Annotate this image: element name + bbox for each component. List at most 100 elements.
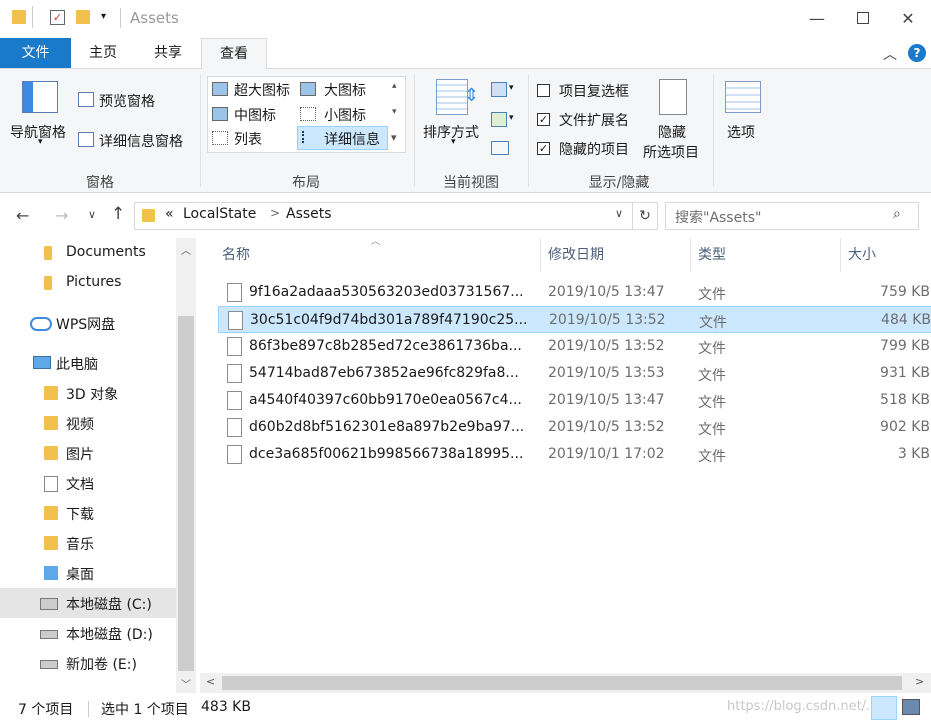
- chevron-down-icon[interactable]: ▾: [509, 83, 514, 93]
- options-button[interactable]: 选项: [727, 122, 755, 142]
- nav-item-pictures[interactable]: Pictures: [0, 268, 176, 298]
- help-icon[interactable]: ?: [908, 44, 926, 62]
- group-label-pane: 窗格: [86, 175, 114, 191]
- chevron-down-icon[interactable]: ▾: [38, 137, 43, 147]
- preview-pane-button[interactable]: 预览窗格: [99, 91, 155, 111]
- nav-item-documents-cn[interactable]: 文档: [0, 468, 176, 498]
- drive-icon: [40, 598, 58, 610]
- tab-share[interactable]: 共享: [143, 38, 193, 68]
- divider[interactable]: [540, 238, 541, 272]
- divider[interactable]: [690, 238, 691, 272]
- nav-item-label: 图片: [66, 447, 94, 463]
- minimize-button[interactable]: —: [794, 0, 840, 38]
- nav-item-wps-cloud[interactable]: WPS网盘: [0, 308, 176, 338]
- up-icon[interactable]: ↑: [111, 204, 125, 224]
- hide-selected-label-1[interactable]: 隐藏: [658, 122, 686, 142]
- column-size[interactable]: 大小: [848, 244, 876, 264]
- add-columns-icon[interactable]: [491, 112, 507, 127]
- nav-item-3d-objects[interactable]: 3D 对象: [0, 378, 176, 408]
- file-size: 484 KB: [881, 312, 931, 328]
- nav-item-label: Documents: [66, 244, 146, 260]
- search-input[interactable]: 搜索"Assets": [675, 207, 761, 227]
- recent-locations-icon[interactable]: ∨: [88, 208, 96, 221]
- file-extensions-checkbox[interactable]: ✓: [537, 113, 550, 126]
- search-icon[interactable]: ⌕: [893, 206, 901, 222]
- properties-icon[interactable]: ✓: [50, 10, 65, 25]
- divider[interactable]: [840, 238, 841, 272]
- refresh-icon[interactable]: ↻: [633, 202, 658, 230]
- gallery-up-icon[interactable]: ▴: [392, 81, 397, 91]
- file-icon: [227, 445, 242, 464]
- forward-icon[interactable]: →: [55, 206, 68, 225]
- file-modified: 2019/10/5 13:52: [549, 312, 666, 328]
- group-by-icon[interactable]: [491, 82, 507, 97]
- file-icon: [227, 283, 242, 302]
- large-icons-toggle-icon[interactable]: [902, 699, 920, 715]
- gallery-down-icon[interactable]: ▾: [392, 107, 397, 117]
- nav-scrollbar[interactable]: ︿ ﹀: [176, 238, 196, 693]
- breadcrumb-assets[interactable]: Assets: [286, 206, 332, 222]
- scroll-thumb[interactable]: [178, 316, 194, 671]
- table-row[interactable]: a4540f40397c60bb9170e0ea0567c4... 2019/1…: [218, 387, 930, 414]
- nav-item-this-pc[interactable]: 此电脑: [0, 348, 176, 378]
- address-overflow[interactable]: «: [165, 206, 174, 222]
- search-box[interactable]: 搜索"Assets" ⌕: [665, 202, 919, 230]
- close-button[interactable]: ✕: [885, 0, 931, 38]
- tab-file[interactable]: 文件: [0, 38, 71, 68]
- file-icon: [227, 418, 242, 437]
- item-checkboxes-checkbox[interactable]: [537, 84, 550, 97]
- hidden-items-checkbox[interactable]: ✓: [537, 142, 550, 155]
- nav-item-documents[interactable]: Documents: [0, 238, 176, 268]
- nav-item-label: 本地磁盘 (C:): [66, 597, 152, 613]
- new-folder-icon[interactable]: [76, 10, 90, 24]
- table-row[interactable]: 54714bad87eb673852ae96fc829fa8... 2019/1…: [218, 360, 930, 387]
- column-type[interactable]: 类型: [698, 244, 726, 264]
- nav-item-label: 下载: [66, 507, 94, 523]
- chevron-down-icon[interactable]: ▾: [509, 113, 514, 123]
- scroll-right-icon[interactable]: >: [915, 675, 924, 688]
- nav-item-music[interactable]: 音乐: [0, 528, 176, 558]
- view-list[interactable]: 列表: [234, 129, 262, 149]
- view-details[interactable]: 详细信息: [324, 129, 380, 149]
- view-medium-icons[interactable]: 中图标: [234, 105, 276, 125]
- nav-item-desktop[interactable]: 桌面: [0, 558, 176, 588]
- nav-item-images[interactable]: 图片: [0, 438, 176, 468]
- chevron-down-icon[interactable]: ▾: [451, 137, 456, 147]
- file-list-scrollbar[interactable]: < >: [200, 673, 931, 693]
- address-bar[interactable]: « LocalState > Assets ∨: [134, 202, 633, 230]
- hide-selected-label-2[interactable]: 所选项目: [643, 142, 699, 162]
- nav-item-downloads[interactable]: 下载: [0, 498, 176, 528]
- column-modified[interactable]: 修改日期: [548, 244, 604, 264]
- customize-qat-icon[interactable]: ▾: [101, 11, 106, 22]
- breadcrumb-localstate[interactable]: LocalState: [183, 206, 256, 222]
- scroll-up-icon[interactable]: ︿: [181, 242, 191, 257]
- back-icon[interactable]: ←: [16, 206, 29, 225]
- view-large-icons[interactable]: 大图标: [324, 80, 366, 100]
- details-view-toggle-icon[interactable]: [871, 696, 897, 720]
- view-small-icons[interactable]: 小图标: [324, 105, 366, 125]
- nav-item-videos[interactable]: 视频: [0, 408, 176, 438]
- tab-view[interactable]: 查看: [201, 38, 267, 70]
- nav-item-drive-c[interactable]: 本地磁盘 (C:): [0, 588, 176, 618]
- column-name[interactable]: 名称: [222, 244, 250, 264]
- table-row[interactable]: 9f16a2adaaa530563203ed03731567... 2019/1…: [218, 279, 930, 306]
- view-xl-icons[interactable]: 超大图标: [234, 80, 290, 100]
- folder-icon: [12, 10, 26, 24]
- nav-item-drive-e[interactable]: 新加卷 (E:): [0, 648, 176, 678]
- scroll-thumb[interactable]: [222, 676, 902, 690]
- nav-item-drive-d[interactable]: 本地磁盘 (D:): [0, 618, 176, 648]
- collapse-ribbon-icon[interactable]: ︿: [883, 44, 897, 64]
- table-row[interactable]: 86f3be897c8b285ed72ce3861736ba... 2019/1…: [218, 333, 930, 360]
- scroll-left-icon[interactable]: <: [206, 675, 215, 688]
- tab-home[interactable]: 主页: [78, 38, 128, 68]
- item-checkboxes-label: 项目复选框: [559, 84, 629, 100]
- address-dropdown-icon[interactable]: ∨: [615, 207, 623, 220]
- table-row[interactable]: dce3a685f00621b998566738a18995... 2019/1…: [218, 441, 930, 468]
- table-row-selected[interactable]: 30c51c04f9d74bd301a789f47190c25... 2019/…: [218, 306, 931, 333]
- size-columns-icon[interactable]: [491, 141, 509, 155]
- details-pane-button[interactable]: 详细信息窗格: [99, 131, 183, 151]
- scroll-down-icon[interactable]: ﹀: [181, 676, 191, 691]
- maximize-button[interactable]: [840, 0, 886, 38]
- gallery-more-icon[interactable]: ▾: [391, 131, 397, 144]
- table-row[interactable]: d60b2d8bf5162301e8a897b2e9ba97... 2019/1…: [218, 414, 930, 441]
